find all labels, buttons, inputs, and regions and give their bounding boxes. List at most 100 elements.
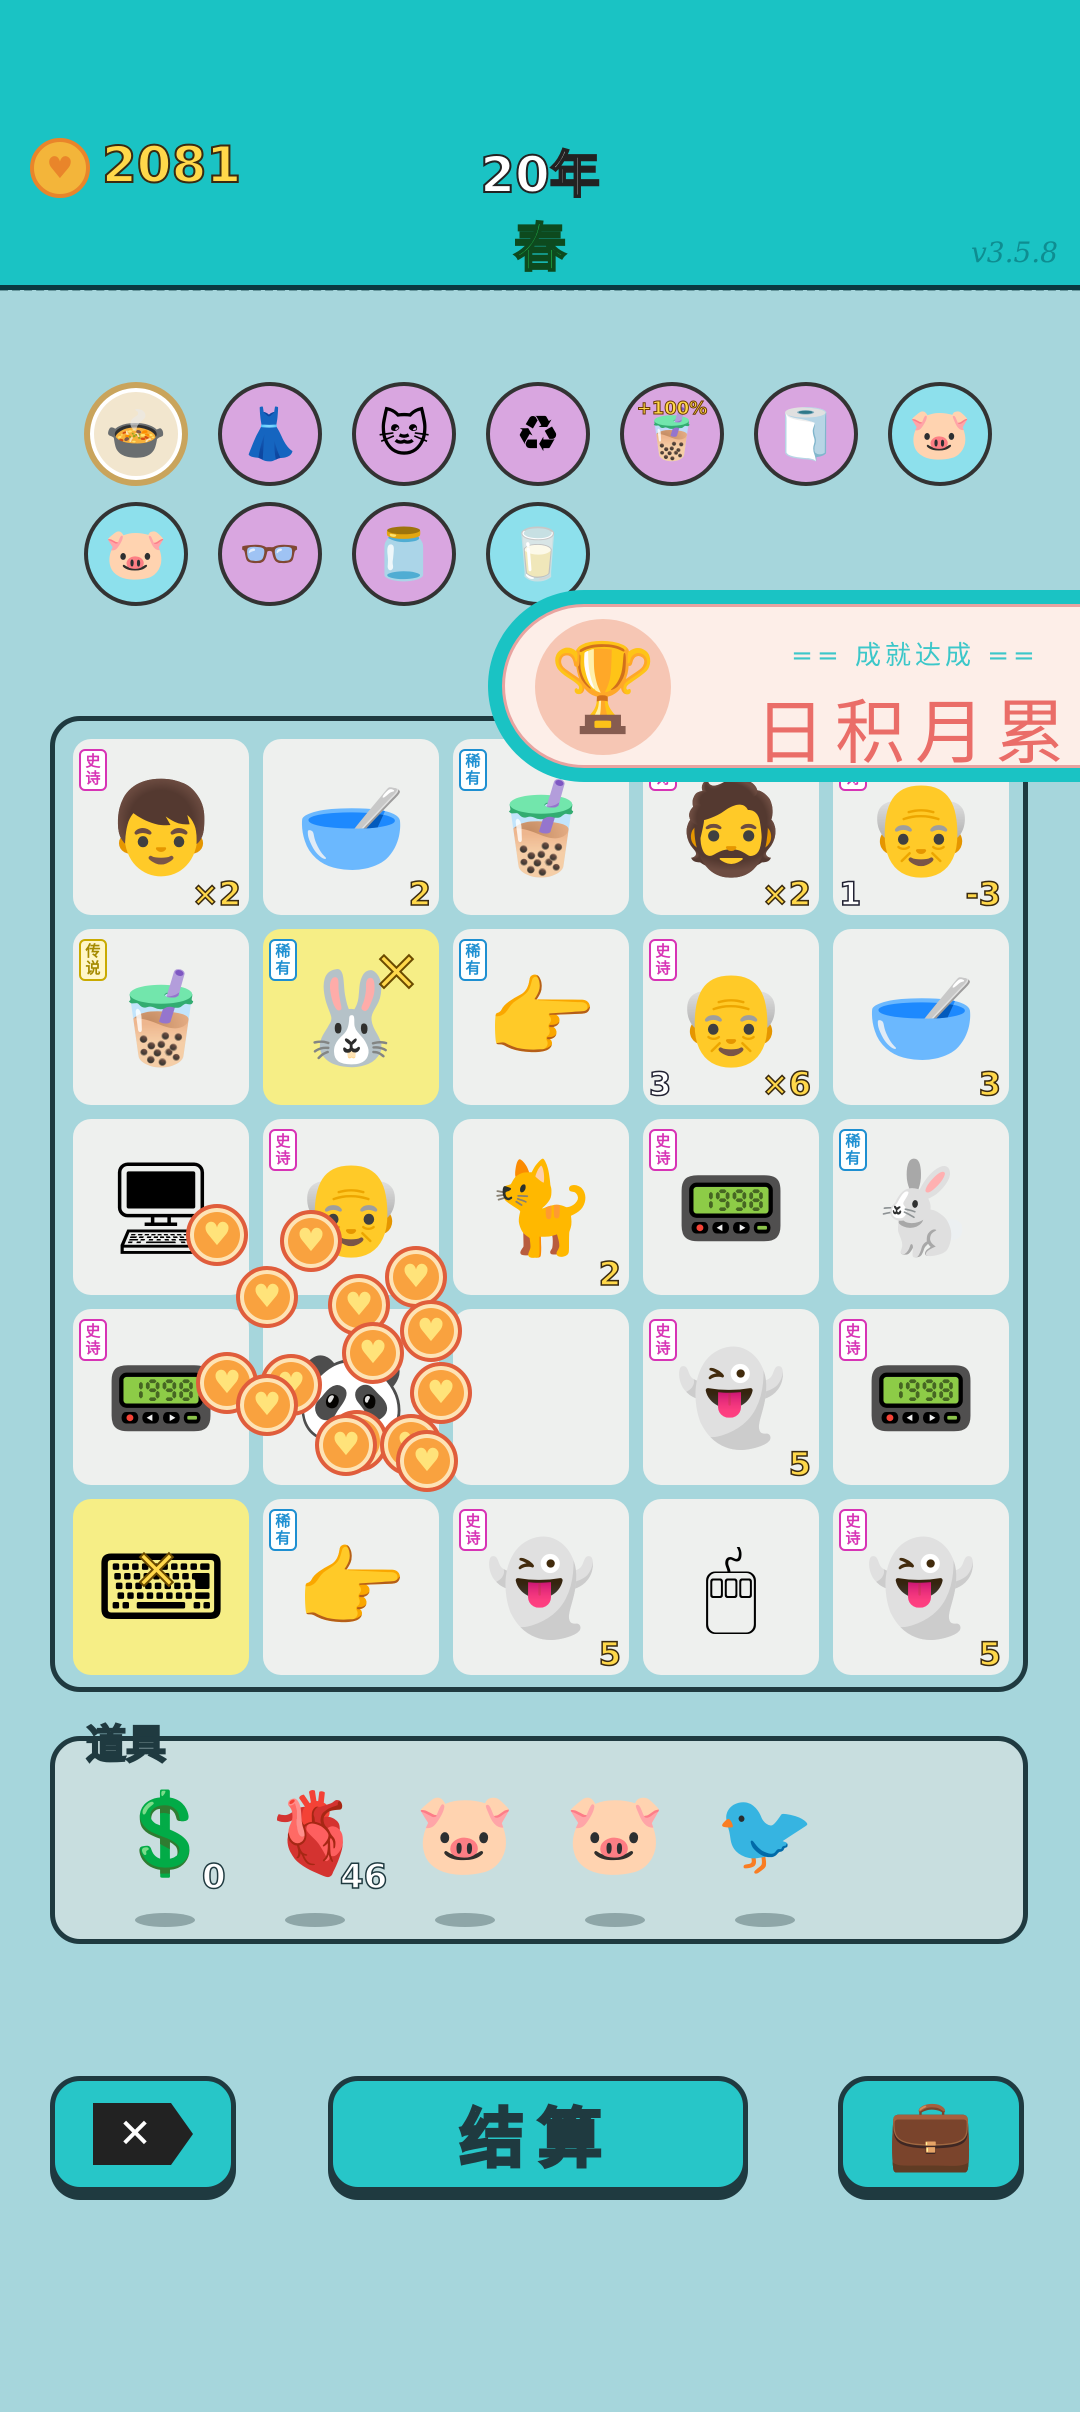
rice-cooker-duck-icon: 🍲 bbox=[104, 404, 168, 463]
symbol-icon bbox=[473, 1331, 609, 1467]
relic-multiplier-man-icon[interactable]: 👓 bbox=[218, 502, 322, 606]
symbol-value: 3 bbox=[978, 1064, 1002, 1104]
relic-tissue-box-icon[interactable]: 🧻 bbox=[754, 382, 858, 486]
board-cell[interactable]: 史诗 📟 bbox=[643, 1119, 819, 1295]
symbol-value: -3 bbox=[965, 874, 1002, 914]
symbol-icon: 👉 bbox=[484, 966, 598, 1071]
board-cell[interactable]: 史诗 👦 ×2 bbox=[73, 739, 249, 915]
game-board: 史诗👦×2🥣2稀有🧋史诗🧔×2史诗👴-31传说🧋稀有🐰✕稀有👉史诗👴×63🥣3🖥… bbox=[50, 716, 1028, 1692]
symbol-value: 5 bbox=[788, 1444, 812, 1484]
version-label: v3.5.8 bbox=[970, 236, 1058, 269]
coin-count: 2081 bbox=[101, 135, 242, 195]
close-button[interactable]: ✕ bbox=[50, 2076, 236, 2192]
board-cell[interactable]: 🥣 3 bbox=[833, 929, 1009, 1105]
symbol-icon: 👻 bbox=[484, 1536, 598, 1641]
symbol-icon: 🥣 bbox=[294, 776, 408, 881]
board-cell[interactable]: 史诗 📟 bbox=[833, 1309, 1009, 1485]
relic-cat-coin-icon[interactable]: 🐱 bbox=[352, 382, 456, 486]
recycle-icon: ♻ bbox=[515, 405, 561, 463]
piggy-bank-icon: 🐷 bbox=[104, 524, 168, 583]
symbol-icon: 🐈 bbox=[484, 1156, 598, 1261]
coin-icon bbox=[315, 1414, 377, 1476]
symbol-icon: 📟 bbox=[674, 1156, 788, 1261]
symbol-value: 2 bbox=[408, 874, 432, 914]
symbol-icon: 🐇 bbox=[864, 1156, 978, 1261]
year-label: 20年 bbox=[479, 145, 601, 205]
multiplier-man-icon: 👓 bbox=[238, 524, 302, 583]
board-cell[interactable]: 🥣 2 bbox=[263, 739, 439, 915]
settle-button[interactable]: 结算 bbox=[328, 2076, 748, 2192]
coin-icon bbox=[236, 1266, 298, 1328]
item-bird[interactable]: 🐦 bbox=[710, 1779, 820, 1927]
top-bar: 2081 20年 春 v3.5.8 bbox=[0, 0, 1080, 291]
board-cell[interactable]: 史诗 👻 5 bbox=[833, 1499, 1009, 1675]
coin-icon bbox=[385, 1246, 447, 1308]
item-liver[interactable]: 🫀 46 bbox=[260, 1779, 388, 1927]
piggy-bank-icon: 🐷 bbox=[415, 1787, 515, 1880]
board-cell[interactable] bbox=[453, 1309, 629, 1485]
achievement-title: 日积月累 bbox=[755, 692, 1075, 774]
item-count: 0 bbox=[201, 1856, 226, 1898]
cat-coin-icon: 🐱 bbox=[377, 405, 431, 463]
board-cell[interactable]: 史诗 👻 5 bbox=[643, 1309, 819, 1485]
coin-icon bbox=[342, 1322, 404, 1384]
settle-label: 结算 bbox=[459, 2102, 616, 2179]
items-panel: 💲 0 🫀 46 🐷 🐷 🐦 bbox=[50, 1736, 1028, 1944]
season-label: 春 bbox=[513, 218, 567, 280]
item-piggy-bank[interactable]: 🐷 bbox=[410, 1779, 520, 1927]
destroy-mark-icon: ✕ bbox=[372, 940, 421, 1007]
bag-button[interactable]: 💼 bbox=[838, 2076, 1024, 2192]
symbol-icon: 🧋 bbox=[104, 966, 218, 1071]
relic-piggy-bank-icon[interactable]: 🐷 bbox=[888, 382, 992, 486]
piggy-bank-icon: 🐷 bbox=[908, 404, 972, 463]
dollar-coin-icon: 💲 bbox=[115, 1787, 215, 1880]
item-count: 46 bbox=[339, 1856, 388, 1898]
board-cell[interactable]: 传说 🧋 bbox=[73, 929, 249, 1105]
symbol-counter: 3 bbox=[648, 1064, 672, 1104]
symbol-counter: 1 bbox=[838, 874, 862, 914]
item-piggy-bank[interactable]: 🐷 bbox=[560, 1779, 670, 1927]
board-cell[interactable]: 🐈 2 bbox=[453, 1119, 629, 1295]
items-label: 道具 bbox=[85, 1721, 167, 1769]
trophy-icon: 🏆 bbox=[535, 619, 671, 755]
relic-rice-cooker-duck-icon[interactable]: 🍲 bbox=[84, 382, 188, 486]
bird-icon: 🐦 bbox=[715, 1787, 815, 1880]
item-dollar-coin[interactable]: 💲 0 bbox=[110, 1779, 226, 1927]
coin-icon bbox=[236, 1374, 298, 1436]
relic-jar-icon[interactable]: 🫙 bbox=[352, 502, 456, 606]
pleated-skirt-icon: 👗 bbox=[238, 404, 302, 463]
relic-milk-tea-boost-icon[interactable]: 🧋 +100% bbox=[620, 382, 724, 486]
symbol-icon: 👉 bbox=[294, 1536, 408, 1641]
symbol-value: ×2 bbox=[191, 874, 242, 914]
board-cell[interactable]: 稀有 👉 bbox=[453, 929, 629, 1105]
symbol-icon: 🥣 bbox=[864, 966, 978, 1071]
board-cell[interactable]: 史诗 👻 5 bbox=[453, 1499, 629, 1675]
gravy-boat-icon: 🥛 bbox=[506, 524, 570, 583]
relic-piggy-bank-icon[interactable]: 🐷 bbox=[84, 502, 188, 606]
board-cell[interactable]: 🖱 bbox=[643, 1499, 819, 1675]
achievement-subtitle: == 成就达成 == bbox=[791, 641, 1039, 671]
relic-recycle-icon[interactable]: ♻ bbox=[486, 382, 590, 486]
piggy-bank-icon: 🐷 bbox=[565, 1787, 665, 1880]
board-cell[interactable]: 史诗 👴 ×6 3 bbox=[643, 929, 819, 1105]
relic-label: +100% bbox=[636, 398, 708, 420]
destroy-mark-icon: ✕ bbox=[132, 1538, 181, 1605]
coin-icon bbox=[280, 1210, 342, 1272]
board-cell[interactable]: 稀有 👉 bbox=[263, 1499, 439, 1675]
coin-icon bbox=[400, 1300, 462, 1362]
board-cell[interactable]: 稀有 🐇 bbox=[833, 1119, 1009, 1295]
symbol-icon: 👻 bbox=[864, 1536, 978, 1641]
board-cell[interactable]: ⌨ ✕ bbox=[73, 1499, 249, 1675]
achievement-banner: 🏆 == 成就达成 == 日积月累 bbox=[488, 590, 1080, 782]
briefcase-icon: 💼 bbox=[887, 2092, 975, 2175]
symbol-value: ×6 bbox=[761, 1064, 812, 1104]
symbol-icon: 👻 bbox=[674, 1346, 788, 1451]
board-cell[interactable]: 稀有 🐰 ✕ bbox=[263, 929, 439, 1105]
relic-pleated-skirt-icon[interactable]: 👗 bbox=[218, 382, 322, 486]
coin-icon bbox=[30, 138, 90, 198]
coin-icon bbox=[186, 1204, 248, 1266]
close-icon: ✕ bbox=[93, 2103, 193, 2165]
divider bbox=[0, 287, 1080, 299]
symbol-value: 5 bbox=[978, 1634, 1002, 1674]
jar-icon: 🫙 bbox=[372, 524, 436, 583]
